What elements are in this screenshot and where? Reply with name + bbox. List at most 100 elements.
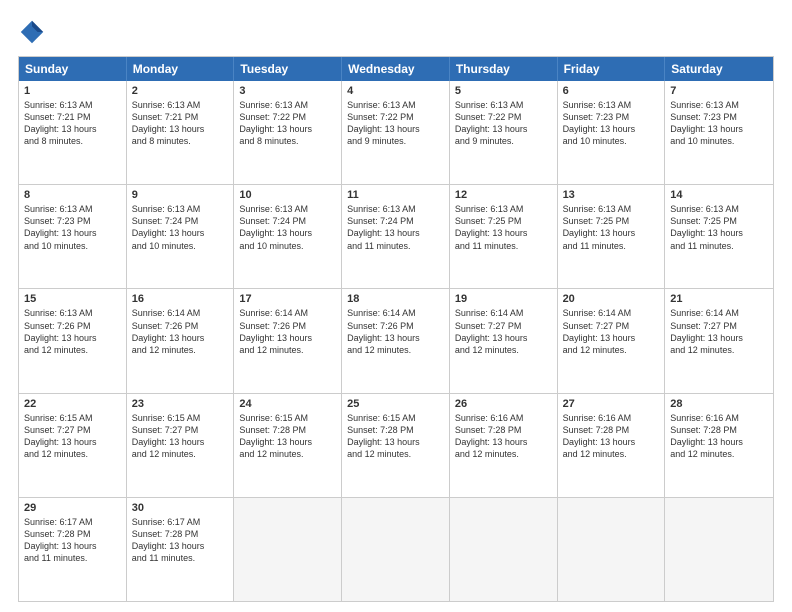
day-number: 23	[132, 398, 229, 410]
cell-info: Sunrise: 6:13 AMSunset: 7:22 PMDaylight:…	[347, 99, 444, 148]
calendar-row-1: 1 Sunrise: 6:13 AMSunset: 7:21 PMDaylight…	[19, 81, 773, 184]
day-cell-16: 16Sunrise: 6:14 AMSunset: 7:26 PMDayligh…	[127, 289, 235, 392]
cell-info: Sunrise: 6:13 AMSunset: 7:24 PMDaylight:…	[239, 203, 336, 252]
cell-info: Sunrise: 6:16 AMSunset: 7:28 PMDaylight:…	[455, 412, 552, 461]
day-number: 11	[347, 189, 444, 201]
day-number: 24	[239, 398, 336, 410]
day-cell-27: 27 Sunrise: 6:16 AMSunset: 7:28 PMDayligh…	[558, 394, 666, 497]
header-day-thursday: Thursday	[450, 57, 558, 81]
logo	[18, 18, 50, 46]
day-cell-10: 10 Sunrise: 6:13 AMSunset: 7:24 PMDayligh…	[234, 185, 342, 288]
calendar-header: SundayMondayTuesdayWednesdayThursdayFrid…	[19, 57, 773, 81]
cell-info: Sunrise: 6:14 AMSunset: 7:27 PMDaylight:…	[670, 307, 768, 356]
empty-cell	[558, 498, 666, 601]
day-cell-20: 20 Sunrise: 6:14 AMSunset: 7:27 PMDayligh…	[558, 289, 666, 392]
cell-info: Sunrise: 6:17 AMSunset: 7:28 PMDaylight:…	[132, 516, 229, 565]
cell-info: Sunrise: 6:17 AMSunset: 7:28 PMDaylight:…	[24, 516, 121, 565]
day-number: 9	[132, 189, 229, 201]
day-cell-21: 21 Sunrise: 6:14 AMSunset: 7:27 PMDayligh…	[665, 289, 773, 392]
day-number: 15	[24, 293, 121, 305]
day-number: 19	[455, 293, 552, 305]
day-cell-26: 26 Sunrise: 6:16 AMSunset: 7:28 PMDayligh…	[450, 394, 558, 497]
header-day-tuesday: Tuesday	[234, 57, 342, 81]
day-cell-24: 24Sunrise: 6:15 AMSunset: 7:28 PMDayligh…	[234, 394, 342, 497]
day-cell-29: 29 Sunrise: 6:17 AMSunset: 7:28 PMDayligh…	[19, 498, 127, 601]
day-cell-3: 3 Sunrise: 6:13 AMSunset: 7:22 PMDaylight…	[234, 81, 342, 184]
day-cell-18: 18 Sunrise: 6:14 AMSunset: 7:26 PMDayligh…	[342, 289, 450, 392]
day-number: 5	[455, 85, 552, 97]
header-day-monday: Monday	[127, 57, 235, 81]
day-number: 1	[24, 85, 121, 97]
empty-cell	[342, 498, 450, 601]
day-number: 3	[239, 85, 336, 97]
day-cell-7: 7 Sunrise: 6:13 AMSunset: 7:23 PMDaylight…	[665, 81, 773, 184]
day-number: 29	[24, 502, 121, 514]
header-day-sunday: Sunday	[19, 57, 127, 81]
day-cell-22: 22 Sunrise: 6:15 AMSunset: 7:27 PMDayligh…	[19, 394, 127, 497]
cell-info: Sunrise: 6:13 AMSunset: 7:22 PMDaylight:…	[455, 99, 552, 148]
cell-info: Sunrise: 6:13 AMSunset: 7:23 PMDaylight:…	[670, 99, 768, 148]
cell-info: Sunrise: 6:13 AMSunset: 7:21 PMDaylight:…	[132, 99, 229, 148]
day-number: 14	[670, 189, 768, 201]
day-number: 6	[563, 85, 660, 97]
cell-info: Sunrise: 6:13 AMSunset: 7:22 PMDaylight:…	[239, 99, 336, 148]
cell-info: Sunrise: 6:16 AMSunset: 7:28 PMDaylight:…	[670, 412, 768, 461]
day-cell-14: 14Sunrise: 6:13 AMSunset: 7:25 PMDayligh…	[665, 185, 773, 288]
day-number: 4	[347, 85, 444, 97]
cell-info: Sunrise: 6:13 AMSunset: 7:23 PMDaylight:…	[563, 99, 660, 148]
day-number: 27	[563, 398, 660, 410]
calendar: SundayMondayTuesdayWednesdayThursdayFrid…	[18, 56, 774, 602]
header-day-friday: Friday	[558, 57, 666, 81]
cell-info: Sunrise: 6:14 AMSunset: 7:26 PMDaylight:…	[239, 307, 336, 356]
day-number: 13	[563, 189, 660, 201]
page: SundayMondayTuesdayWednesdayThursdayFrid…	[0, 0, 792, 612]
day-number: 20	[563, 293, 660, 305]
calendar-row-3: 15Sunrise: 6:13 AMSunset: 7:26 PMDayligh…	[19, 288, 773, 392]
cell-info: Sunrise: 6:15 AMSunset: 7:27 PMDaylight:…	[24, 412, 121, 461]
cell-info: Sunrise: 6:14 AMSunset: 7:26 PMDaylight:…	[347, 307, 444, 356]
day-cell-11: 11 Sunrise: 6:13 AMSunset: 7:24 PMDayligh…	[342, 185, 450, 288]
day-cell-8: 8Sunrise: 6:13 AMSunset: 7:23 PMDaylight…	[19, 185, 127, 288]
day-number: 12	[455, 189, 552, 201]
cell-info: Sunrise: 6:13 AMSunset: 7:25 PMDaylight:…	[563, 203, 660, 252]
cell-info: Sunrise: 6:14 AMSunset: 7:27 PMDaylight:…	[563, 307, 660, 356]
day-number: 26	[455, 398, 552, 410]
calendar-body: 1 Sunrise: 6:13 AMSunset: 7:21 PMDaylight…	[19, 81, 773, 601]
day-number: 22	[24, 398, 121, 410]
day-number: 21	[670, 293, 768, 305]
day-number: 17	[239, 293, 336, 305]
day-number: 18	[347, 293, 444, 305]
day-cell-9: 9 Sunrise: 6:13 AMSunset: 7:24 PMDaylight…	[127, 185, 235, 288]
day-cell-1: 1Sunrise: 6:13 AMSunset: 7:21 PMDaylight…	[19, 81, 127, 184]
day-cell-2: 2 Sunrise: 6:13 AMSunset: 7:21 PMDaylight…	[127, 81, 235, 184]
day-number: 28	[670, 398, 768, 410]
cell-info: Sunrise: 6:13 AMSunset: 7:24 PMDaylight:…	[347, 203, 444, 252]
day-cell-4: 4 Sunrise: 6:13 AMSunset: 7:22 PMDaylight…	[342, 81, 450, 184]
day-number: 10	[239, 189, 336, 201]
day-number: 30	[132, 502, 229, 514]
cell-info: Sunrise: 6:16 AMSunset: 7:28 PMDaylight:…	[563, 412, 660, 461]
empty-cell	[450, 498, 558, 601]
day-cell-30: 30 Sunrise: 6:17 AMSunset: 7:28 PMDayligh…	[127, 498, 235, 601]
day-cell-28: 28 Sunrise: 6:16 AMSunset: 7:28 PMDayligh…	[665, 394, 773, 497]
cell-info: Sunrise: 6:13 AMSunset: 7:25 PMDaylight:…	[455, 203, 552, 252]
day-number: 2	[132, 85, 229, 97]
calendar-row-2: 8Sunrise: 6:13 AMSunset: 7:23 PMDaylight…	[19, 184, 773, 288]
day-cell-15: 15Sunrise: 6:13 AMSunset: 7:26 PMDayligh…	[19, 289, 127, 392]
day-cell-23: 23 Sunrise: 6:15 AMSunset: 7:27 PMDayligh…	[127, 394, 235, 497]
day-cell-12: 12 Sunrise: 6:13 AMSunset: 7:25 PMDayligh…	[450, 185, 558, 288]
calendar-row-5: 29 Sunrise: 6:17 AMSunset: 7:28 PMDayligh…	[19, 497, 773, 601]
day-cell-19: 19 Sunrise: 6:14 AMSunset: 7:27 PMDayligh…	[450, 289, 558, 392]
day-cell-6: 6 Sunrise: 6:13 AMSunset: 7:23 PMDaylight…	[558, 81, 666, 184]
day-cell-13: 13 Sunrise: 6:13 AMSunset: 7:25 PMDayligh…	[558, 185, 666, 288]
day-number: 7	[670, 85, 768, 97]
day-number: 8	[24, 189, 121, 201]
day-cell-5: 5 Sunrise: 6:13 AMSunset: 7:22 PMDaylight…	[450, 81, 558, 184]
cell-info: Sunrise: 6:15 AMSunset: 7:27 PMDaylight:…	[132, 412, 229, 461]
empty-cell	[234, 498, 342, 601]
calendar-row-4: 22 Sunrise: 6:15 AMSunset: 7:27 PMDayligh…	[19, 393, 773, 497]
logo-icon	[18, 18, 46, 46]
cell-info: Sunrise: 6:13 AMSunset: 7:24 PMDaylight:…	[132, 203, 229, 252]
day-number: 25	[347, 398, 444, 410]
cell-info: Sunrise: 6:14 AMSunset: 7:27 PMDaylight:…	[455, 307, 552, 356]
